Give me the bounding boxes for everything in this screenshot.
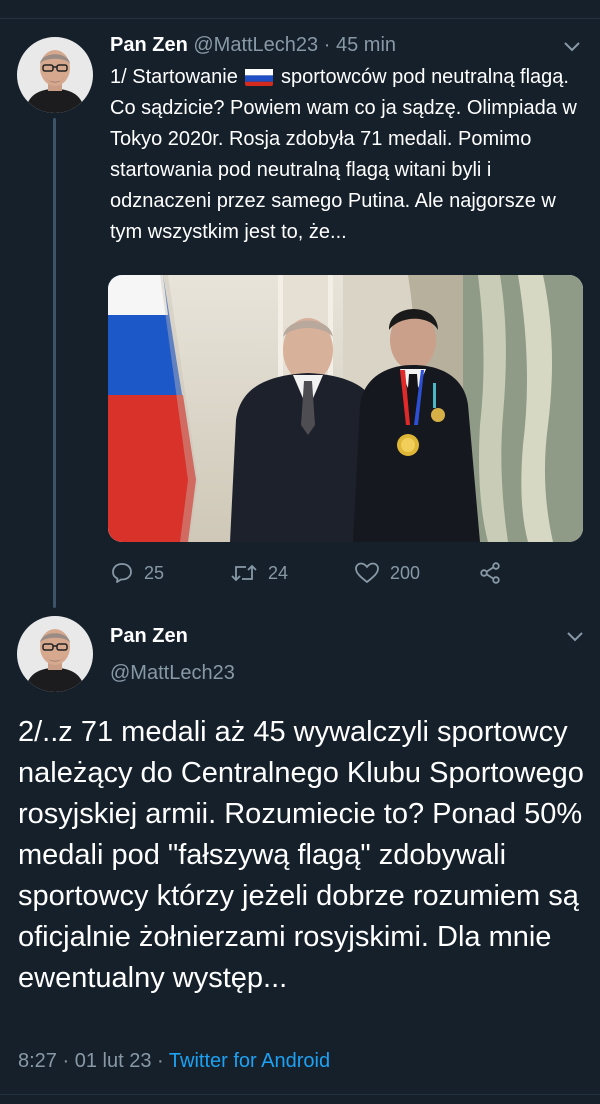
tweet-time[interactable]: 8:27 [18, 1050, 57, 1072]
chevron-down-icon[interactable] [564, 42, 580, 52]
retweet-button[interactable]: 24 [230, 558, 288, 588]
thread-connector-line [53, 118, 56, 608]
tweet-text-part2: sportowców pod neutralną flagą. Co sądzi… [110, 66, 577, 243]
tweet-text-part1: 1/ Startowanie [110, 66, 238, 88]
share-button[interactable] [478, 558, 512, 588]
bottom-divider [0, 1094, 600, 1095]
separator-dot: · [62, 1050, 70, 1072]
tweet-photo[interactable] [108, 275, 583, 542]
tweet2-metadata: 8:27 · 01 lut 23 · Twitter for Android [18, 1050, 330, 1073]
reply-icon [112, 563, 132, 583]
author-name[interactable]: Pan Zen [110, 34, 188, 56]
tweet-date[interactable]: 01 lut 23 [75, 1050, 152, 1072]
tweet1-header: Pan Zen @MattLech23 · 45 min [110, 34, 396, 57]
author-name[interactable]: Pan Zen [110, 625, 188, 648]
tweet2-text: 2/..z 71 medali aż 45 wywalczyli sportow… [18, 716, 584, 994]
separator-dot: · [323, 34, 331, 56]
retweet-count: 24 [268, 562, 289, 583]
avatar[interactable] [17, 616, 93, 692]
reply-count: 25 [144, 562, 165, 583]
top-divider [0, 18, 600, 19]
like-count: 200 [390, 562, 421, 583]
tweet1-actions: 25 24 200 [108, 558, 583, 588]
author-handle[interactable]: @MattLech23 [193, 34, 318, 56]
author-handle[interactable]: @MattLech23 [110, 662, 235, 685]
separator-dot: · [157, 1050, 164, 1072]
heart-icon [355, 562, 379, 583]
tweet1-text: 1/ Startowanie sportowców pod neutralną … [110, 62, 580, 248]
tweet-time[interactable]: 45 min [336, 34, 396, 56]
reply-button[interactable]: 25 [110, 558, 164, 588]
avatar[interactable] [17, 37, 93, 113]
retweet-icon [231, 564, 257, 582]
russia-flag-emoji-icon [245, 67, 274, 86]
tweet-source-link[interactable]: Twitter for Android [169, 1050, 330, 1072]
share-icon [480, 562, 500, 584]
chevron-down-icon[interactable] [567, 632, 583, 642]
like-button[interactable]: 200 [354, 558, 420, 588]
